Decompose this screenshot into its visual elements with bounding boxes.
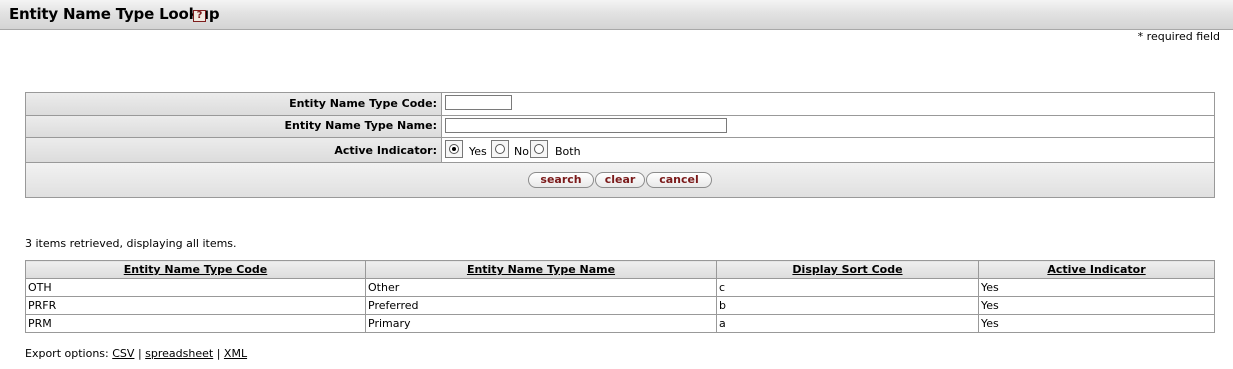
cell-code: PRFR xyxy=(25,296,366,315)
results-count: 3 items retrieved, displaying all items. xyxy=(25,237,237,250)
clear-button[interactable]: clear xyxy=(595,172,645,188)
active-yes-radio[interactable] xyxy=(445,140,463,158)
active-yes-label: Yes xyxy=(469,145,487,158)
export-spreadsheet-link[interactable]: spreadsheet xyxy=(145,347,213,360)
entity-name-type-name-input[interactable] xyxy=(445,118,727,133)
column-header-sort-code[interactable]: Display Sort Code xyxy=(716,260,979,279)
lookup-criteria-panel: Entity Name Type Code: Entity Name Type … xyxy=(25,92,1215,198)
button-row: search clear cancel xyxy=(26,163,1214,197)
cell-name: Preferred xyxy=(365,296,717,315)
entity-name-type-code-input[interactable] xyxy=(445,95,512,110)
table-row: PRFR Preferred b Yes xyxy=(25,296,1215,315)
column-header-active[interactable]: Active Indicator xyxy=(978,260,1215,279)
name-label: Entity Name Type Name: xyxy=(26,116,442,137)
cell-active: Yes xyxy=(978,314,1215,333)
criteria-row-code: Entity Name Type Code: xyxy=(26,93,1214,116)
column-header-name[interactable]: Entity Name Type Name xyxy=(365,260,717,279)
active-label: Active Indicator: xyxy=(26,138,442,162)
required-field-note: * required field xyxy=(1137,30,1220,43)
active-both-radio[interactable] xyxy=(530,140,548,158)
export-xml-link[interactable]: XML xyxy=(224,347,247,360)
cell-sort-code: b xyxy=(716,296,979,315)
page-header: Entity Name Type Lookup ? xyxy=(0,0,1233,30)
export-separator: | xyxy=(137,347,142,360)
table-row: PRM Primary a Yes xyxy=(25,314,1215,333)
cell-code: PRM xyxy=(25,314,366,333)
table-row: OTH Other c Yes xyxy=(25,278,1215,297)
cell-name: Primary xyxy=(365,314,717,333)
export-label: Export options: xyxy=(25,347,109,360)
cell-sort-code: c xyxy=(716,278,979,297)
column-header-code[interactable]: Entity Name Type Code xyxy=(25,260,366,279)
criteria-row-name: Entity Name Type Name: xyxy=(26,116,1214,138)
page-title: Entity Name Type Lookup xyxy=(9,5,220,23)
export-options: Export options: CSV | spreadsheet | XML xyxy=(25,347,247,360)
code-label: Entity Name Type Code: xyxy=(26,93,442,115)
cancel-button[interactable]: cancel xyxy=(646,172,712,188)
active-both-label: Both xyxy=(555,145,581,158)
results-header-row: Entity Name Type Code Entity Name Type N… xyxy=(25,260,1215,279)
cell-sort-code: a xyxy=(716,314,979,333)
export-csv-link[interactable]: CSV xyxy=(112,347,134,360)
results-table: Entity Name Type Code Entity Name Type N… xyxy=(25,260,1215,333)
search-button[interactable]: search xyxy=(528,172,594,188)
help-icon[interactable]: ? xyxy=(193,10,206,22)
cell-active: Yes xyxy=(978,296,1215,315)
cell-active: Yes xyxy=(978,278,1215,297)
cell-code: OTH xyxy=(25,278,366,297)
criteria-row-active: Active Indicator: Yes No Both xyxy=(26,138,1214,163)
export-separator: | xyxy=(216,347,221,360)
active-no-label: No xyxy=(514,145,529,158)
cell-name: Other xyxy=(365,278,717,297)
active-no-radio[interactable] xyxy=(491,140,509,158)
